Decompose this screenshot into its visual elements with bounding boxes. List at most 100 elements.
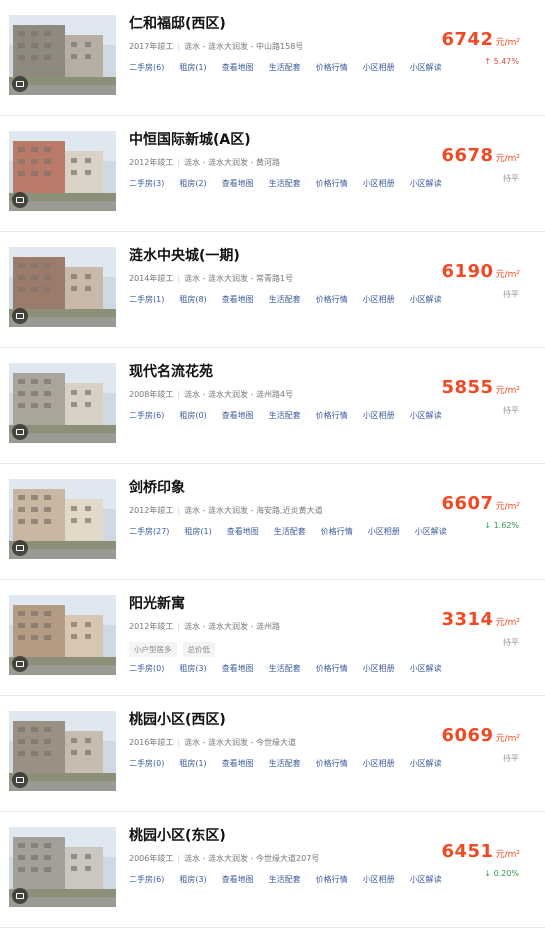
community-meta: 2006年竣工 | 涟水 - 涟水大润发 - 今世缘大道207号 — [129, 854, 320, 863]
map-link[interactable]: 查看地图 — [222, 758, 254, 769]
rent-link[interactable]: 租房(3) — [179, 663, 206, 674]
quick-links: 二手房(0) 租房(1) 查看地图 生活配套 价格行情 小区相册 小区解读 — [129, 758, 457, 769]
rent-link[interactable]: 租房(1) — [184, 526, 211, 537]
secondhand-link[interactable]: 二手房(6) — [129, 874, 164, 885]
photos-link[interactable]: 小区相册 — [363, 410, 395, 421]
photos-link[interactable]: 小区相册 — [363, 758, 395, 769]
listing-photo[interactable] — [9, 827, 116, 907]
community-name[interactable]: 仁和福邸(西区) — [129, 13, 226, 33]
community-name[interactable]: 桃园小区(西区) — [129, 709, 226, 729]
amenities-link[interactable]: 生活配套 — [269, 410, 301, 421]
price-trend-link[interactable]: 价格行情 — [321, 526, 353, 537]
community-name[interactable]: 剑桥印象 — [129, 477, 185, 497]
community-name[interactable]: 现代名流花苑 — [129, 361, 213, 381]
community-name[interactable]: 阳光新寓 — [129, 593, 185, 613]
amenities-link[interactable]: 生活配套 — [269, 874, 301, 885]
quick-links: 二手房(1) 租房(8) 查看地图 生活配套 价格行情 小区相册 小区解读 — [129, 294, 457, 305]
panorama-icon[interactable] — [12, 772, 28, 788]
price-trend-link[interactable]: 价格行情 — [316, 178, 348, 189]
amenities-link[interactable]: 生活配套 — [269, 178, 301, 189]
address: 海安路,近炎黄大道 — [256, 506, 323, 515]
analysis-link[interactable]: 小区解读 — [415, 526, 447, 537]
business-area: 涟水大润发 — [208, 506, 249, 515]
panorama-icon[interactable] — [12, 308, 28, 324]
rent-link[interactable]: 租房(1) — [179, 62, 206, 73]
amenities-link[interactable]: 生活配套 — [269, 663, 301, 674]
community-meta: 2016年竣工 | 涟水 - 涟水大润发 - 今世缘大道 — [129, 738, 297, 747]
analysis-link[interactable]: 小区解读 — [410, 410, 442, 421]
price-trend-link[interactable]: 价格行情 — [316, 663, 348, 674]
analysis-link[interactable]: 小区解读 — [410, 758, 442, 769]
amenities-link[interactable]: 生活配套 — [269, 294, 301, 305]
secondhand-link[interactable]: 二手房(27) — [129, 526, 169, 537]
photos-link[interactable]: 小区相册 — [368, 526, 400, 537]
panorama-icon[interactable] — [12, 424, 28, 440]
avg-price: 6678 元/m² — [441, 145, 520, 166]
photos-link[interactable]: 小区相册 — [363, 663, 395, 674]
rent-link[interactable]: 租房(8) — [179, 294, 206, 305]
map-link[interactable]: 查看地图 — [222, 178, 254, 189]
listing-photo[interactable] — [9, 363, 116, 443]
price-change: ↓ 1.62% — [484, 521, 519, 530]
listing-photo[interactable] — [9, 479, 116, 559]
price-trend-link[interactable]: 价格行情 — [316, 874, 348, 885]
secondhand-link[interactable]: 二手房(6) — [129, 62, 164, 73]
rent-link[interactable]: 租房(2) — [179, 178, 206, 189]
photos-link[interactable]: 小区相册 — [363, 874, 395, 885]
listing-photo[interactable] — [9, 595, 116, 675]
price-change: 持平 — [503, 638, 519, 647]
price-trend-link[interactable]: 价格行情 — [316, 294, 348, 305]
analysis-link[interactable]: 小区解读 — [410, 178, 442, 189]
map-link[interactable]: 查看地图 — [222, 410, 254, 421]
price-trend-link[interactable]: 价格行情 — [316, 62, 348, 73]
listing-photo[interactable] — [9, 711, 116, 791]
price-unit: 元/m² — [495, 502, 520, 512]
community-name[interactable]: 中恒国际新城(A区) — [129, 129, 251, 149]
separator: | — [177, 738, 181, 747]
secondhand-link[interactable]: 二手房(1) — [129, 294, 164, 305]
secondhand-link[interactable]: 二手房(3) — [129, 178, 164, 189]
listing-photo[interactable] — [9, 247, 116, 327]
panorama-icon[interactable] — [12, 540, 28, 556]
amenities-link[interactable]: 生活配套 — [269, 758, 301, 769]
rent-link[interactable]: 租房(3) — [179, 874, 206, 885]
separator: | — [177, 390, 181, 399]
price-unit: 元/m² — [495, 850, 520, 860]
analysis-link[interactable]: 小区解读 — [410, 663, 442, 674]
secondhand-link[interactable]: 二手房(0) — [129, 758, 164, 769]
map-link[interactable]: 查看地图 — [222, 874, 254, 885]
price-trend-link[interactable]: 价格行情 — [316, 758, 348, 769]
map-link[interactable]: 查看地图 — [227, 526, 259, 537]
secondhand-link[interactable]: 二手房(6) — [129, 410, 164, 421]
panorama-icon[interactable] — [12, 76, 28, 92]
community-name[interactable]: 涟水中央城(一期) — [129, 245, 240, 265]
listing-item: 桃园小区(西区) 2016年竣工 | 涟水 - 涟水大润发 - 今世缘大道 二手房(… — [0, 696, 545, 812]
rent-link[interactable]: 租房(0) — [179, 410, 206, 421]
amenities-link[interactable]: 生活配套 — [274, 526, 306, 537]
analysis-link[interactable]: 小区解读 — [410, 294, 442, 305]
secondhand-link[interactable]: 二手房(0) — [129, 663, 164, 674]
panorama-icon[interactable] — [12, 888, 28, 904]
rent-link[interactable]: 租房(1) — [179, 758, 206, 769]
panorama-icon[interactable] — [12, 656, 28, 672]
listing-photo[interactable] — [9, 15, 116, 95]
price-value: 6190 — [441, 261, 494, 282]
map-link[interactable]: 查看地图 — [222, 62, 254, 73]
analysis-link[interactable]: 小区解读 — [410, 62, 442, 73]
address: 黄河路 — [256, 158, 281, 167]
analysis-link[interactable]: 小区解读 — [410, 874, 442, 885]
feature-tag: 总价低 — [182, 642, 215, 657]
amenities-link[interactable]: 生活配套 — [269, 62, 301, 73]
address: 常青路1号 — [256, 274, 294, 283]
panorama-icon[interactable] — [12, 192, 28, 208]
map-link[interactable]: 查看地图 — [222, 663, 254, 674]
district: 涟水 — [184, 42, 201, 51]
map-link[interactable]: 查看地图 — [222, 294, 254, 305]
price-trend-link[interactable]: 价格行情 — [316, 410, 348, 421]
listing-photo[interactable] — [9, 131, 116, 211]
photos-link[interactable]: 小区相册 — [363, 294, 395, 305]
community-name[interactable]: 桃园小区(东区) — [129, 825, 226, 845]
photos-link[interactable]: 小区相册 — [363, 62, 395, 73]
photos-link[interactable]: 小区相册 — [363, 178, 395, 189]
price-value: 3314 — [441, 609, 494, 630]
